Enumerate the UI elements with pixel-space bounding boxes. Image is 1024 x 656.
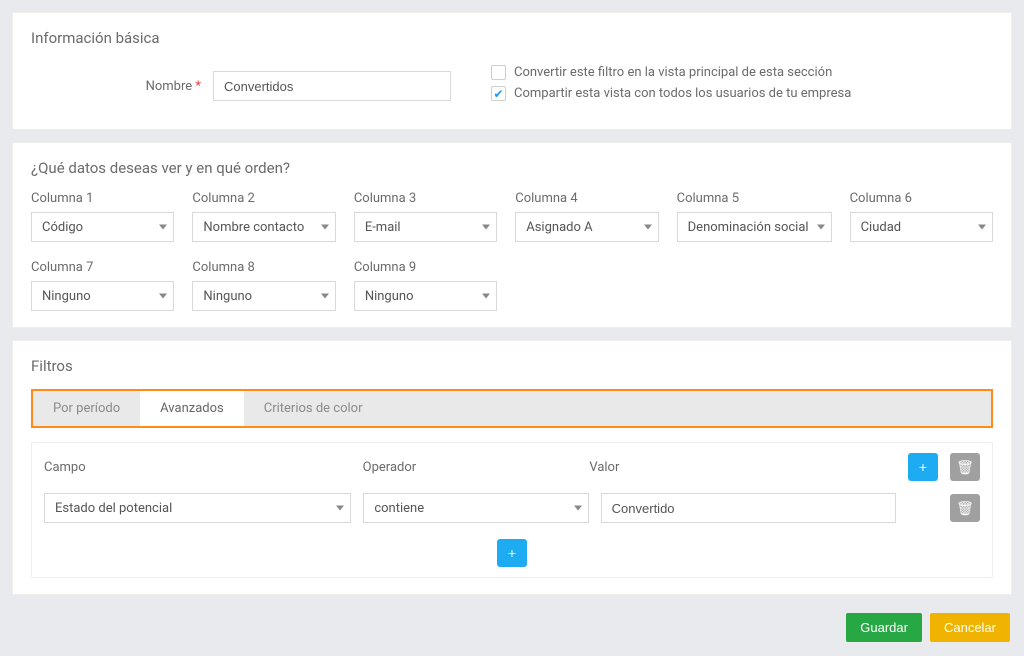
name-field-block: Nombre * (31, 65, 451, 107)
column-select-value: Denominación social (688, 220, 809, 235)
basic-info-section: Información básica Nombre * Convertir es… (12, 12, 1012, 130)
column-label: Columna 6 (850, 191, 993, 206)
filter-campo-value: Estado del potencial (55, 501, 172, 516)
column-group: Columna 4 Asignado A (515, 191, 658, 242)
column-label: Columna 3 (354, 191, 497, 206)
column-select-value: Ninguno (365, 289, 414, 304)
column-select-value: Código (42, 220, 83, 235)
column-label: Columna 1 (31, 191, 174, 206)
column-label: Columna 9 (354, 260, 497, 275)
filter-header-operador: Operador (363, 460, 578, 475)
chevron-down-icon (817, 225, 825, 230)
save-button[interactable]: Guardar (846, 613, 922, 642)
chevron-down-icon (978, 225, 986, 230)
filter-header-valor: Valor (589, 460, 896, 475)
checkbox-row-main-view: Convertir este filtro en la vista princi… (491, 65, 993, 80)
filter-operador-select[interactable]: contiene (363, 493, 588, 523)
chevron-down-icon (574, 506, 582, 511)
name-input[interactable] (213, 71, 451, 101)
filters-tab-bar: Por período Avanzados Criterios de color (31, 389, 993, 428)
check-icon: ✔ (493, 87, 503, 101)
column-select[interactable]: Ninguno (354, 281, 497, 311)
column-select[interactable]: Asignado A (515, 212, 658, 242)
column-select[interactable]: Denominación social (677, 212, 832, 242)
column-label: Columna 2 (192, 191, 335, 206)
column-group: Columna 6 Ciudad (850, 191, 993, 242)
column-select[interactable]: Ninguno (31, 281, 174, 311)
column-select-value: Asignado A (526, 220, 592, 235)
checkbox-share[interactable]: ✔ (491, 86, 506, 101)
chevron-down-icon (336, 506, 344, 511)
delete-row-button[interactable]: 🗑 (950, 494, 980, 522)
chevron-down-icon (482, 225, 490, 230)
filters-section: Filtros Por período Avanzados Criterios … (12, 340, 1012, 595)
columns-grid: Columna 1 Código Columna 2 Nombre contac… (31, 191, 993, 311)
plus-icon: + (919, 459, 927, 475)
filter-valor-input[interactable] (601, 493, 896, 523)
columns-section-title: ¿Qué datos deseas ver y en qué orden? (31, 159, 993, 177)
filter-header-row: Campo Operador Valor + 🗑 (44, 453, 980, 481)
filter-header-campo: Campo (44, 460, 351, 475)
add-row-button[interactable]: + (497, 539, 527, 567)
column-select-value: Ninguno (203, 289, 252, 304)
name-label: Nombre * (31, 79, 201, 94)
column-select[interactable]: Ciudad (850, 212, 993, 242)
tab-color-criteria[interactable]: Criterios de color (244, 391, 383, 426)
column-group: Columna 8 Ninguno (192, 260, 335, 311)
column-group: Columna 7 Ninguno (31, 260, 174, 311)
chevron-down-icon (482, 294, 490, 299)
column-group: Columna 9 Ninguno (354, 260, 497, 311)
column-select-value: Nombre contacto (203, 220, 304, 235)
filter-panel: Campo Operador Valor + 🗑 Estado del pote… (31, 442, 993, 578)
checkbox-main-view-label: Convertir este filtro en la vista princi… (514, 65, 832, 80)
column-select[interactable]: Ninguno (192, 281, 335, 311)
column-select-value: E-mail (365, 220, 401, 235)
checkbox-share-label: Compartir esta vista con todos los usuar… (514, 86, 851, 101)
column-label: Columna 7 (31, 260, 174, 275)
filter-row: Estado del potencial contiene 🗑 (44, 493, 980, 523)
column-label: Columna 5 (677, 191, 832, 206)
filters-section-title: Filtros (31, 357, 993, 375)
clear-filters-button[interactable]: 🗑 (950, 453, 980, 481)
chevron-down-icon (644, 225, 652, 230)
add-filter-button[interactable]: + (908, 453, 938, 481)
chevron-down-icon (321, 294, 329, 299)
columns-section: ¿Qué datos deseas ver y en qué orden? Co… (12, 142, 1012, 328)
column-group: Columna 5 Denominación social (677, 191, 832, 242)
footer-actions: Guardar Cancelar (12, 607, 1012, 644)
checkbox-row-share: ✔ Compartir esta vista con todos los usu… (491, 86, 993, 101)
filter-campo-select[interactable]: Estado del potencial (44, 493, 351, 523)
column-group: Columna 1 Código (31, 191, 174, 242)
chevron-down-icon (321, 225, 329, 230)
tab-by-period[interactable]: Por período (33, 391, 140, 426)
column-group: Columna 3 E-mail (354, 191, 497, 242)
chevron-down-icon (159, 294, 167, 299)
filter-operador-value: contiene (374, 501, 424, 516)
tab-advanced[interactable]: Avanzados (140, 391, 244, 426)
basic-info-title: Información básica (31, 29, 993, 47)
checkbox-main-view[interactable] (491, 65, 506, 80)
column-select-value: Ninguno (42, 289, 91, 304)
column-label: Columna 4 (515, 191, 658, 206)
cancel-button[interactable]: Cancelar (930, 613, 1010, 642)
column-select-value: Ciudad (861, 220, 902, 235)
options-checkbox-list: Convertir este filtro en la vista princi… (491, 65, 993, 107)
column-select[interactable]: Nombre contacto (192, 212, 335, 242)
chevron-down-icon (159, 225, 167, 230)
required-asterisk: * (195, 79, 201, 94)
trash-icon: 🗑 (956, 459, 974, 476)
column-group: Columna 2 Nombre contacto (192, 191, 335, 242)
trash-icon: 🗑 (956, 500, 974, 517)
column-label: Columna 8 (192, 260, 335, 275)
column-select[interactable]: E-mail (354, 212, 497, 242)
plus-icon: + (508, 545, 516, 561)
column-select[interactable]: Código (31, 212, 174, 242)
